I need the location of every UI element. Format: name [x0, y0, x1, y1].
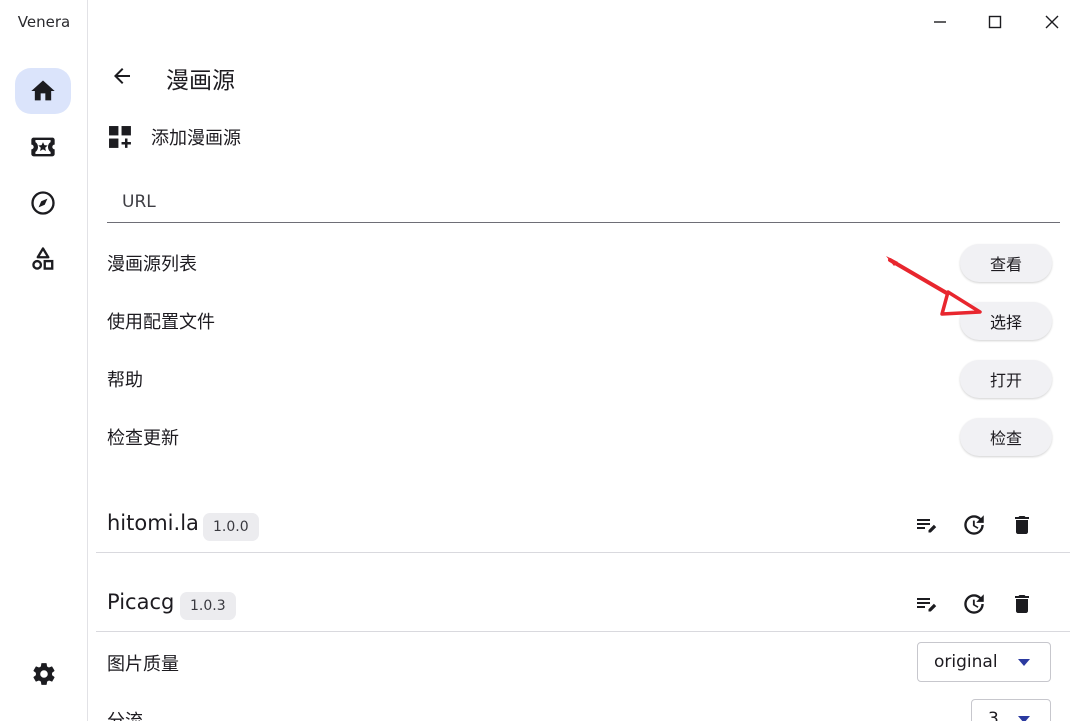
- url-input[interactable]: [107, 182, 1060, 223]
- source-name: hitomi.la: [107, 511, 199, 535]
- back-button[interactable]: [104, 58, 140, 94]
- dropdown-arrow-icon: [1018, 659, 1030, 666]
- split-select[interactable]: 3: [971, 699, 1051, 721]
- app-name: Venera: [17, 13, 71, 31]
- trash-icon: [1015, 516, 1029, 534]
- check-update-label: 检查更新: [107, 428, 179, 449]
- version-badge: 1.0.3: [180, 592, 236, 620]
- close-button[interactable]: [1036, 6, 1068, 38]
- nav-subscriptions[interactable]: [15, 124, 71, 170]
- app-window: Venera 漫画源 添加漫画源 漫画源列表: [0, 0, 1080, 721]
- minimize-button[interactable]: [924, 6, 956, 38]
- image-quality-value: original: [934, 652, 998, 672]
- source-list-row: 漫画源列表 查看: [107, 243, 1052, 283]
- source-list-label: 漫画源列表: [107, 254, 197, 275]
- trash-icon: [1015, 595, 1029, 613]
- maximize-icon: [988, 15, 1002, 29]
- check-button[interactable]: 检查: [960, 418, 1052, 456]
- update-source-button[interactable]: [958, 509, 990, 541]
- delete-source-button[interactable]: [1006, 588, 1038, 620]
- split-row: 分流: [107, 700, 1060, 721]
- add-source-header: 添加漫画源: [108, 122, 241, 152]
- sidebar: Venera: [0, 0, 88, 721]
- source-item: hitomi.la 1.0.0: [96, 497, 1070, 553]
- split-value: 3: [988, 709, 999, 721]
- edit-source-button[interactable]: [910, 588, 942, 620]
- help-label: 帮助: [107, 370, 143, 391]
- categories-icon: [32, 247, 54, 270]
- source-actions: [910, 588, 1038, 620]
- close-icon: [1045, 15, 1059, 29]
- edit-source-button[interactable]: [910, 509, 942, 541]
- compass-icon: [31, 191, 55, 215]
- open-button[interactable]: 打开: [960, 360, 1052, 398]
- nav-explore[interactable]: [15, 180, 71, 226]
- select-button[interactable]: 选择: [960, 302, 1052, 340]
- version-badge: 1.0.0: [203, 513, 259, 541]
- help-row: 帮助 打开: [107, 359, 1052, 399]
- split-label: 分流: [107, 707, 143, 721]
- settings-button[interactable]: [26, 656, 62, 692]
- delete-source-button[interactable]: [1006, 509, 1038, 541]
- nav-home[interactable]: [15, 68, 71, 114]
- nav-categories[interactable]: [15, 236, 71, 282]
- update-source-button[interactable]: [958, 588, 990, 620]
- ticket-star-icon: [31, 137, 55, 157]
- config-file-label: 使用配置文件: [107, 312, 215, 333]
- page-title: 漫画源: [166, 68, 235, 94]
- image-quality-select[interactable]: original: [917, 642, 1051, 682]
- edit-note-icon: [917, 519, 937, 533]
- config-file-row: 使用配置文件 选择: [107, 301, 1052, 341]
- source-name: Picacg: [107, 590, 175, 614]
- history-update-icon: [964, 515, 984, 535]
- arrow-back-icon: [114, 68, 130, 84]
- add-source-label: 添加漫画源: [151, 128, 241, 149]
- source-actions: [910, 509, 1038, 541]
- maximize-button[interactable]: [979, 6, 1011, 38]
- gear-icon: [33, 663, 55, 685]
- history-update-icon: [964, 594, 984, 614]
- home-icon: [31, 80, 55, 101]
- edit-note-icon: [917, 598, 937, 612]
- widgets-add-icon: [109, 125, 131, 148]
- minimize-icon: [934, 21, 946, 23]
- view-button[interactable]: 查看: [960, 244, 1052, 282]
- check-update-row: 检查更新 检查: [107, 417, 1052, 457]
- dropdown-arrow-icon: [1018, 716, 1030, 721]
- image-quality-label: 图片质量: [107, 654, 179, 675]
- source-item: Picacg 1.0.3: [96, 576, 1070, 632]
